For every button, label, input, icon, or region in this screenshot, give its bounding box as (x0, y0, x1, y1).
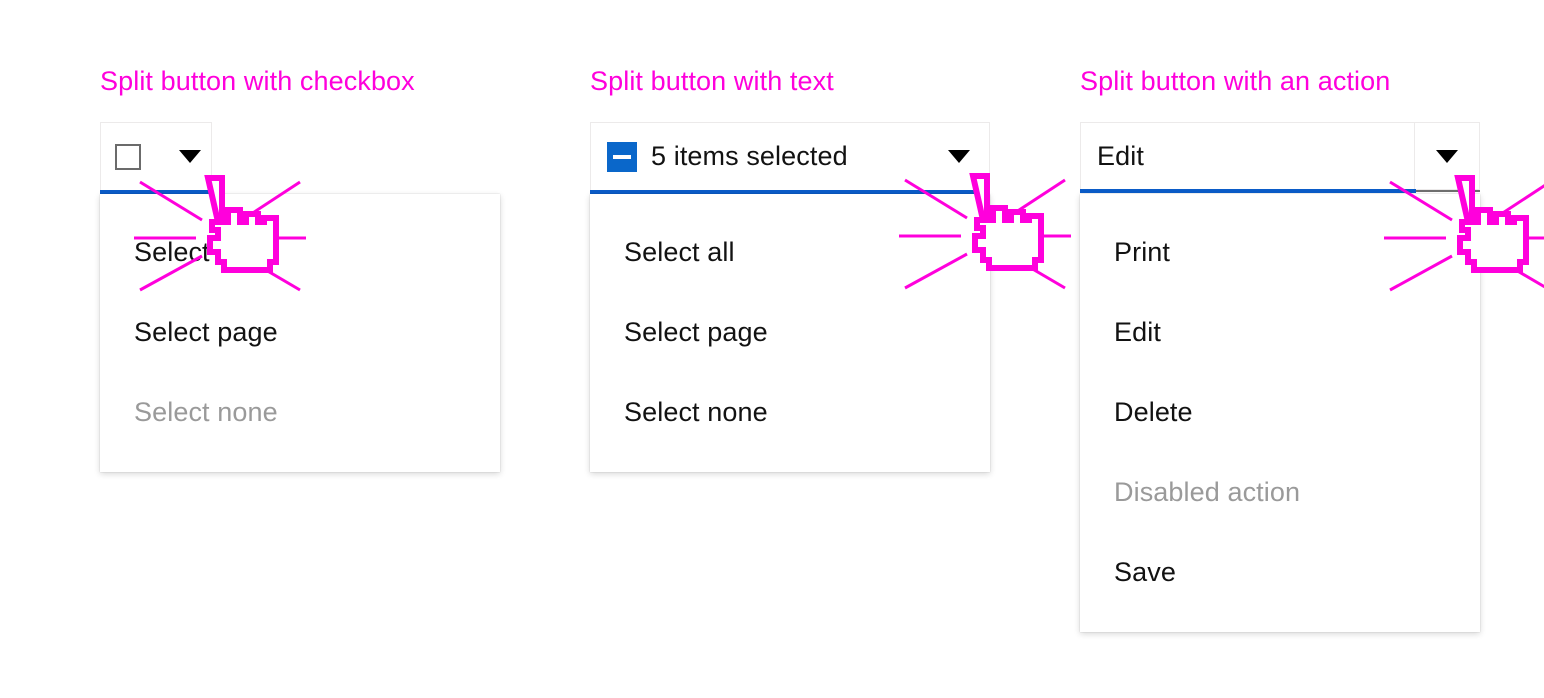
chevron-down-icon[interactable] (179, 150, 201, 163)
active-underline-action (1080, 189, 1416, 193)
menu-item[interactable]: Select page (590, 292, 990, 372)
chevron-down-icon[interactable] (1436, 150, 1458, 163)
section-title-action: Split button with an action (1080, 64, 1390, 98)
menu-item[interactable]: Select page (100, 292, 500, 372)
split-button-action-caret-zone[interactable] (1415, 123, 1479, 189)
split-button-checkbox-caret-zone[interactable] (169, 123, 211, 190)
menu-item: Disabled action (1080, 452, 1480, 532)
split-button-checkbox-trigger[interactable] (100, 122, 212, 190)
menu-item[interactable]: Save (1080, 532, 1480, 612)
menu-item[interactable]: Edit (1080, 292, 1480, 372)
split-button-action-label: Edit (1097, 143, 1144, 170)
checkbox-indeterminate-icon[interactable] (607, 142, 637, 172)
checkbox-unchecked-icon[interactable] (115, 144, 141, 170)
dropdown-menu-text[interactable]: Select all Select page Select none (590, 194, 990, 472)
split-button-text-main[interactable]: 5 items selected (591, 123, 929, 190)
split-button-checkbox-main[interactable] (101, 123, 169, 190)
screenshot-stage: Split button with checkbox Select all Se… (0, 0, 1544, 698)
dropdown-menu-action[interactable]: Print Edit Delete Disabled action Save (1080, 194, 1480, 632)
split-button-action-trigger[interactable]: Edit (1080, 122, 1480, 190)
section-title-checkbox: Split button with checkbox (100, 64, 415, 98)
menu-item[interactable]: Print (1080, 212, 1480, 292)
menu-item[interactable]: Delete (1080, 372, 1480, 452)
split-button-action-main[interactable]: Edit (1081, 123, 1414, 189)
split-button-text-caret-zone[interactable] (929, 123, 989, 190)
dropdown-menu-checkbox[interactable]: Select all Select page Select none (100, 194, 500, 472)
menu-item[interactable]: Select all (590, 212, 990, 292)
chevron-down-icon[interactable] (948, 150, 970, 163)
menu-item[interactable]: Select none (590, 372, 990, 452)
menu-item: Select none (100, 372, 500, 452)
inactive-underline-action (1416, 190, 1480, 192)
split-button-text-label: 5 items selected (651, 143, 848, 170)
section-title-text: Split button with text (590, 64, 834, 98)
menu-item[interactable]: Select all (100, 212, 500, 292)
split-button-text-trigger[interactable]: 5 items selected (590, 122, 990, 190)
